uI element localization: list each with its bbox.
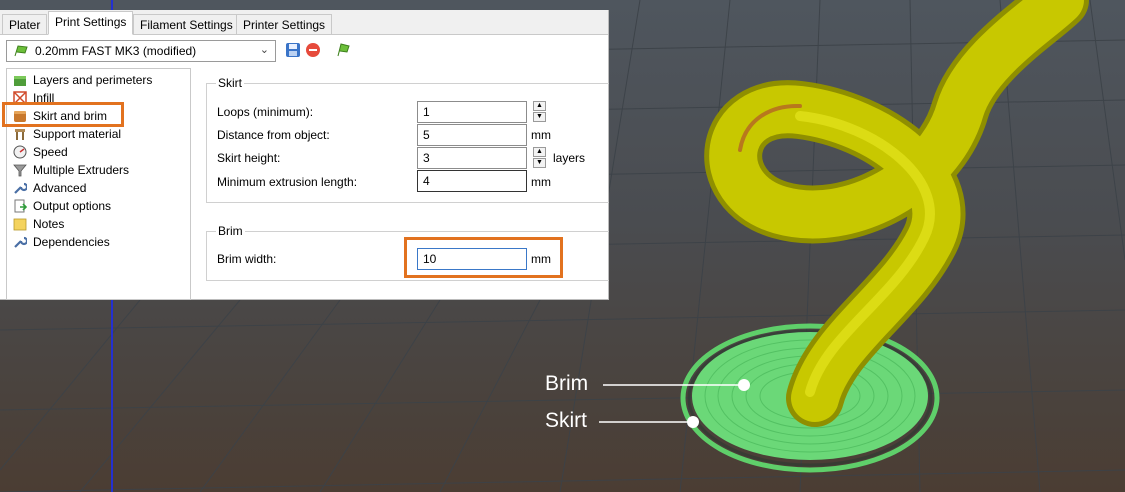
- tab-bar: Plater Print Settings Filament Settings …: [0, 10, 608, 35]
- distance-label: Distance from object:: [217, 128, 330, 142]
- skirt-height-label: Skirt height:: [217, 151, 281, 165]
- skirt-height-input[interactable]: [417, 147, 527, 169]
- settings-panel: Plater Print Settings Filament Settings …: [0, 10, 609, 300]
- tab-plater[interactable]: Plater: [2, 14, 48, 34]
- min-extrusion-unit: mm: [531, 175, 551, 189]
- flag-icon: [14, 45, 28, 57]
- brim-width-label: Brim width:: [217, 252, 277, 266]
- note-icon: [13, 218, 27, 231]
- skirt-group-title: Skirt: [216, 76, 244, 90]
- tab-printer-settings[interactable]: Printer Settings: [236, 14, 333, 34]
- tab-print-settings[interactable]: Print Settings: [48, 11, 134, 35]
- skirt-and-brim-highlight: [2, 102, 124, 127]
- preset-select[interactable]: 0.20mm FAST MK3 (modified) ⌄: [6, 40, 276, 62]
- loops-input[interactable]: [417, 101, 527, 123]
- brim-callout-label: Brim: [545, 372, 589, 395]
- stepper-down-icon[interactable]: ▼: [533, 158, 546, 168]
- wrench-icon: [14, 236, 27, 248]
- min-extrusion-input[interactable]: [417, 170, 527, 192]
- wrench-icon: [14, 182, 27, 194]
- support-icon: [15, 129, 25, 140]
- loops-label: Loops (minimum):: [217, 105, 314, 119]
- compare-flag-icon[interactable]: [335, 42, 351, 58]
- skirt-height-stepper[interactable]: ▲ ▼: [533, 147, 546, 169]
- output-icon: [14, 199, 27, 213]
- stepper-up-icon[interactable]: ▲: [533, 101, 546, 111]
- min-extrusion-label: Minimum extrusion length:: [217, 175, 358, 189]
- stepper-up-icon[interactable]: ▲: [533, 147, 546, 157]
- speed-icon: [13, 145, 27, 159]
- tab-filament-settings[interactable]: Filament Settings: [133, 14, 240, 34]
- distance-unit: mm: [531, 128, 551, 142]
- loops-stepper[interactable]: ▲ ▼: [533, 101, 546, 123]
- distance-input[interactable]: [417, 124, 527, 146]
- preset-value: 0.20mm FAST MK3 (modified): [35, 44, 197, 58]
- brim-group-title: Brim: [216, 224, 245, 238]
- stepper-down-icon[interactable]: ▼: [533, 112, 546, 122]
- skirt-callout-label: Skirt: [545, 409, 587, 432]
- brim-width-highlight: [404, 237, 563, 278]
- delete-icon[interactable]: [305, 42, 321, 58]
- save-icon[interactable]: [285, 42, 301, 58]
- skirt-height-unit: layers: [553, 151, 586, 165]
- funnel-icon: [13, 164, 27, 177]
- chevron-down-icon: ⌄: [259, 44, 269, 56]
- layers-icon: [14, 76, 26, 86]
